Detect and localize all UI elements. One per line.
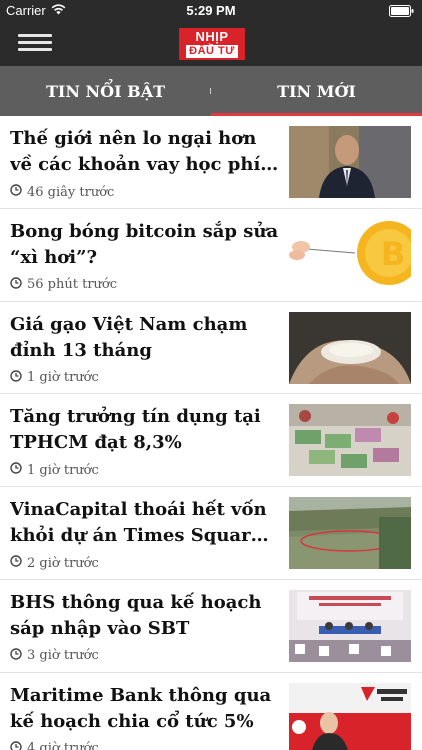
article-time: 2 giờ trước: [27, 555, 99, 571]
svg-text:B: B: [381, 235, 405, 273]
article-item[interactable]: Bong bóng bitcoin sắp sửa “xì hơi”? 56 p…: [0, 209, 422, 302]
article-item[interactable]: Tăng trưởng tín dụng tại TPHCM đạt 8,3% …: [0, 394, 422, 488]
article-title: Maritime Bank thông qua kế hoạch chia cổ…: [10, 684, 272, 732]
article-meta: 1 giờ trước: [10, 462, 99, 478]
article-thumbnail[interactable]: [289, 589, 411, 662]
article-title: Giá gạo Việt Nam chạm đỉnh 13 tháng: [10, 313, 248, 361]
article-item[interactable]: Maritime Bank thông qua kế hoạch chia cổ…: [0, 673, 422, 750]
article-thumbnail[interactable]: [289, 126, 411, 198]
article-meta: 3 giờ trước: [10, 648, 99, 664]
article-item[interactable]: Thế giới nên lo ngại hơn về các khoản va…: [0, 116, 422, 209]
article-meta: 56 phút trước: [10, 277, 117, 293]
hamburger-menu-icon[interactable]: [18, 30, 52, 58]
article-thumbnail[interactable]: [289, 311, 411, 384]
article-title: Tăng trưởng tín dụng tại TPHCM đạt 8,3%: [10, 406, 261, 454]
clock-icon: [10, 741, 22, 750]
article-time: 1 giờ trước: [27, 370, 99, 386]
article-meta: 2 giờ trước: [10, 555, 99, 571]
article-time: 46 giây trước: [27, 184, 115, 200]
tab-divider: [210, 88, 211, 94]
app-logo[interactable]: NHỊP CẦU ĐẦU TƯ: [179, 28, 245, 60]
article-title: Thế giới nên lo ngại hơn về các khoản va…: [10, 128, 261, 175]
article-time: 56 phút trước: [27, 277, 118, 293]
status-time: 5:29 PM: [186, 3, 236, 18]
logo-text-bottom: ĐẦU TƯ: [186, 45, 238, 58]
article-title: BHS thông qua kế hoạch sáp nhập vào SBT: [10, 591, 262, 639]
article-meta: 1 giờ trước: [10, 369, 99, 386]
article-item[interactable]: VinaCapital thoái hết vốn khỏi dự án Tim…: [0, 487, 422, 580]
article-list: Thế giới nên lo ngại hơn về các khoản va…: [0, 116, 422, 750]
article-item[interactable]: BHS thông qua kế hoạch sáp nhập vào SBT …: [0, 580, 422, 673]
article-thumbnail[interactable]: [289, 682, 411, 750]
article-meta: 46 giây trước: [10, 184, 114, 200]
article-title: VinaCapital thoái hết vốn khỏi dự án Tim…: [10, 499, 267, 547]
clock-icon: [10, 277, 22, 293]
tab-bar: TIN NỔI BẬT TIN MỚI: [0, 66, 422, 116]
article-thumbnail[interactable]: [289, 404, 411, 477]
clock-icon: [10, 648, 22, 664]
article-thumbnail[interactable]: [289, 497, 411, 570]
battery-icon: [389, 5, 414, 17]
article-item[interactable]: Giá gạo Việt Nam chạm đỉnh 13 tháng 1 gi…: [0, 302, 422, 395]
tab-featured-news[interactable]: TIN NỔI BẬT: [0, 66, 211, 116]
clock-icon: [10, 184, 22, 200]
clock-icon: [10, 462, 22, 478]
status-bar: Carrier 5:29 PM: [0, 0, 422, 22]
article-time: 1 giờ trước: [27, 462, 99, 478]
clock-icon: [10, 369, 22, 386]
article-meta: 4 giờ trước: [10, 741, 99, 750]
article-thumbnail[interactable]: B: [289, 218, 411, 291]
article-title: Bong bóng bitcoin sắp sửa “xì hơi”?: [10, 220, 279, 268]
article-time: 4 giờ trước: [27, 741, 99, 750]
article-time: 3 giờ trước: [27, 648, 99, 664]
clock-icon: [10, 555, 22, 571]
tab-latest-news[interactable]: TIN MỚI: [211, 66, 422, 116]
app-header: NHỊP CẦU ĐẦU TƯ: [0, 22, 422, 66]
